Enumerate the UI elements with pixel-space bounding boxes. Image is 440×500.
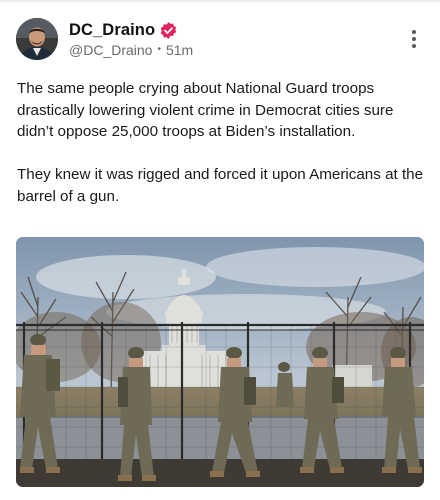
post-image[interactable] [16,237,424,487]
avatar[interactable] [16,18,58,60]
verified-badge-icon [159,21,178,40]
post-card: DC_Draino @DC_Draino • 51m The same peop… [0,0,440,500]
display-name[interactable]: DC_Draino [69,21,155,40]
post-paragraph: They knew it was rigged and forced it up… [17,166,424,205]
post-timestamp[interactable]: 51m [166,42,193,58]
post-meta: @DC_Draino • 51m [69,42,193,58]
more-vertical-icon[interactable] [410,30,418,52]
name-row: DC_Draino [69,19,178,41]
meta-separator: • [157,44,161,55]
avatar-image [16,18,58,60]
post-header: DC_Draino @DC_Draino • 51m [16,18,424,64]
divider [0,0,440,2]
author-handle[interactable]: @DC_Draino [69,42,152,58]
post-paragraph: The same people crying about National Gu… [17,80,394,140]
post-body: The same people crying about National Gu… [17,78,429,229]
capitol-soldiers-photo [16,237,424,487]
